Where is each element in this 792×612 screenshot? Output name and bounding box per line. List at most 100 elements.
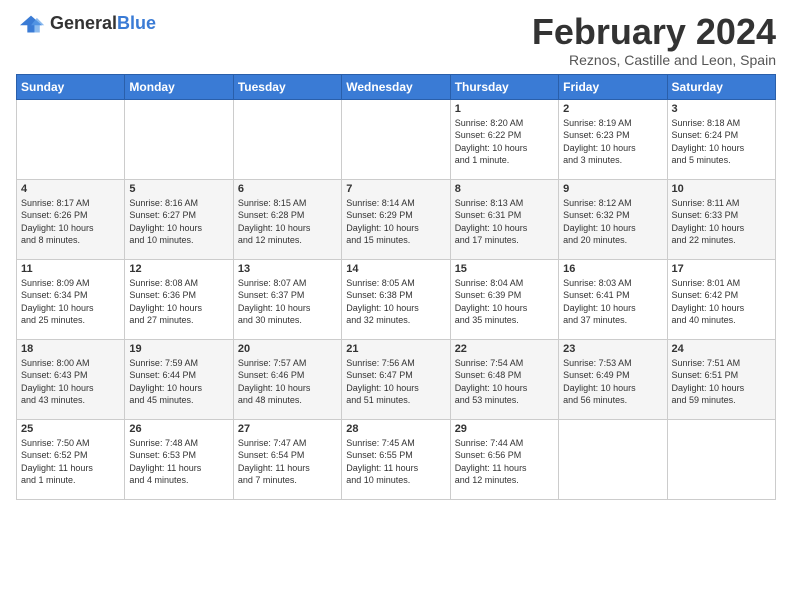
day-number: 2	[563, 103, 662, 115]
day-number: 3	[672, 103, 771, 115]
calendar-cell: 7 Sunrise: 8:14 AM Sunset: 6:29 PM Daylig…	[342, 179, 450, 259]
logo-icon	[16, 12, 46, 34]
calendar-cell: 24Sunrise: 7:51 AM Sunset: 6:51 PM Dayli…	[667, 339, 775, 419]
day-info: Sunrise: 8:07 AM Sunset: 6:37 PM Dayligh…	[238, 277, 337, 327]
logo-blue-text: Blue	[117, 13, 156, 33]
day-info: Sunrise: 8:12 AM Sunset: 6:32 PM Dayligh…	[563, 197, 662, 247]
calendar-cell: 8Sunrise: 8:13 AM Sunset: 6:31 PM Daylig…	[450, 179, 558, 259]
day-number: 22	[455, 343, 554, 355]
day-number: 13	[238, 263, 337, 275]
day-number: 16	[563, 263, 662, 275]
day-info: Sunrise: 8:08 AM Sunset: 6:36 PM Dayligh…	[129, 277, 228, 327]
calendar-cell: 9 Sunrise: 8:12 AM Sunset: 6:32 PM Daylig…	[559, 179, 667, 259]
day-number: 28	[346, 423, 445, 435]
logo-general-text: General	[50, 13, 117, 33]
day-info: Sunrise: 8:00 AM Sunset: 6:43 PM Dayligh…	[21, 357, 120, 407]
day-number: 4	[21, 183, 120, 195]
day-info: Sunrise: 7:57 AM Sunset: 6:46 PM Dayligh…	[238, 357, 337, 407]
day-info: Sunrise: 8:11 AM Sunset: 6:33 PM Dayligh…	[672, 197, 771, 247]
day-header-friday: Friday	[559, 74, 667, 99]
day-info: Sunrise: 7:45 AM Sunset: 6:55 PM Dayligh…	[346, 437, 445, 487]
day-info: Sunrise: 8:17 AM Sunset: 6:26 PM Dayligh…	[21, 197, 120, 247]
day-number: 5	[129, 183, 228, 195]
day-info: Sunrise: 7:44 AM Sunset: 6:56 PM Dayligh…	[455, 437, 554, 487]
calendar-cell: 22 Sunrise: 7:54 AM Sunset: 6:48 PM Dayli…	[450, 339, 558, 419]
day-info: Sunrise: 8:04 AM Sunset: 6:39 PM Dayligh…	[455, 277, 554, 327]
calendar-cell: 25Sunrise: 7:50 AM Sunset: 6:52 PM Dayli…	[17, 419, 125, 499]
month-title: February 2024	[532, 12, 776, 52]
day-header-wednesday: Wednesday	[342, 74, 450, 99]
calendar-cell: 27 Sunrise: 7:47 AM Sunset: 6:54 PM Dayli…	[233, 419, 341, 499]
calendar-cell: 6 Sunrise: 8:15 AM Sunset: 6:28 PM Daylig…	[233, 179, 341, 259]
calendar-cell: 26Sunrise: 7:48 AM Sunset: 6:53 PM Dayli…	[125, 419, 233, 499]
week-row-4: 25Sunrise: 7:50 AM Sunset: 6:52 PM Dayli…	[17, 419, 776, 499]
day-number: 19	[129, 343, 228, 355]
page-container: GeneralBlue February 2024 Reznos, Castil…	[0, 0, 792, 508]
title-block: February 2024 Reznos, Castille and Leon,…	[532, 12, 776, 68]
calendar-cell	[342, 99, 450, 179]
calendar-cell: 20 Sunrise: 7:57 AM Sunset: 6:46 PM Dayli…	[233, 339, 341, 419]
calendar-cell: 13 Sunrise: 8:07 AM Sunset: 6:37 PM Dayli…	[233, 259, 341, 339]
calendar-cell	[233, 99, 341, 179]
week-row-1: 4 Sunrise: 8:17 AM Sunset: 6:26 PM Daylig…	[17, 179, 776, 259]
calendar-cell: 3 Sunrise: 8:18 AM Sunset: 6:24 PM Daylig…	[667, 99, 775, 179]
calendar-cell: 18 Sunrise: 8:00 AM Sunset: 6:43 PM Dayli…	[17, 339, 125, 419]
day-number: 7	[346, 183, 445, 195]
day-info: Sunrise: 8:20 AM Sunset: 6:22 PM Dayligh…	[455, 117, 554, 167]
day-info: Sunrise: 8:09 AM Sunset: 6:34 PM Dayligh…	[21, 277, 120, 327]
day-number: 23	[563, 343, 662, 355]
day-info: Sunrise: 8:18 AM Sunset: 6:24 PM Dayligh…	[672, 117, 771, 167]
day-header-monday: Monday	[125, 74, 233, 99]
day-number: 1	[455, 103, 554, 115]
day-header-sunday: Sunday	[17, 74, 125, 99]
day-info: Sunrise: 7:53 AM Sunset: 6:49 PM Dayligh…	[563, 357, 662, 407]
day-info: Sunrise: 8:19 AM Sunset: 6:23 PM Dayligh…	[563, 117, 662, 167]
calendar-cell	[125, 99, 233, 179]
day-number: 27	[238, 423, 337, 435]
day-number: 26	[129, 423, 228, 435]
day-header-tuesday: Tuesday	[233, 74, 341, 99]
day-number: 10	[672, 183, 771, 195]
day-info: Sunrise: 8:15 AM Sunset: 6:28 PM Dayligh…	[238, 197, 337, 247]
calendar-cell: 1 Sunrise: 8:20 AM Sunset: 6:22 PM Daylig…	[450, 99, 558, 179]
day-info: Sunrise: 8:05 AM Sunset: 6:38 PM Dayligh…	[346, 277, 445, 327]
calendar-cell: 28 Sunrise: 7:45 AM Sunset: 6:55 PM Dayli…	[342, 419, 450, 499]
day-info: Sunrise: 7:54 AM Sunset: 6:48 PM Dayligh…	[455, 357, 554, 407]
header: GeneralBlue February 2024 Reznos, Castil…	[16, 12, 776, 68]
day-number: 18	[21, 343, 120, 355]
calendar-cell: 19 Sunrise: 7:59 AM Sunset: 6:44 PM Dayli…	[125, 339, 233, 419]
day-info: Sunrise: 7:59 AM Sunset: 6:44 PM Dayligh…	[129, 357, 228, 407]
logo: GeneralBlue	[16, 12, 156, 34]
day-number: 25	[21, 423, 120, 435]
day-info: Sunrise: 8:14 AM Sunset: 6:29 PM Dayligh…	[346, 197, 445, 247]
day-number: 6	[238, 183, 337, 195]
day-info: Sunrise: 8:13 AM Sunset: 6:31 PM Dayligh…	[455, 197, 554, 247]
day-number: 21	[346, 343, 445, 355]
day-number: 24	[672, 343, 771, 355]
location-subtitle: Reznos, Castille and Leon, Spain	[532, 52, 776, 68]
day-number: 17	[672, 263, 771, 275]
calendar-cell	[17, 99, 125, 179]
week-row-3: 18 Sunrise: 8:00 AM Sunset: 6:43 PM Dayli…	[17, 339, 776, 419]
calendar-cell: 29 Sunrise: 7:44 AM Sunset: 6:56 PM Dayli…	[450, 419, 558, 499]
calendar-cell: 17 Sunrise: 8:01 AM Sunset: 6:42 PM Dayli…	[667, 259, 775, 339]
calendar-cell: 11 Sunrise: 8:09 AM Sunset: 6:34 PM Dayli…	[17, 259, 125, 339]
calendar-header-row: SundayMondayTuesdayWednesdayThursdayFrid…	[17, 74, 776, 99]
day-number: 20	[238, 343, 337, 355]
calendar-cell: 5Sunrise: 8:16 AM Sunset: 6:27 PM Daylig…	[125, 179, 233, 259]
calendar-cell: 21Sunrise: 7:56 AM Sunset: 6:47 PM Dayli…	[342, 339, 450, 419]
week-row-0: 1 Sunrise: 8:20 AM Sunset: 6:22 PM Daylig…	[17, 99, 776, 179]
day-number: 12	[129, 263, 228, 275]
day-number: 11	[21, 263, 120, 275]
calendar-cell	[559, 419, 667, 499]
calendar-cell: 12 Sunrise: 8:08 AM Sunset: 6:36 PM Dayli…	[125, 259, 233, 339]
day-number: 9	[563, 183, 662, 195]
day-info: Sunrise: 7:47 AM Sunset: 6:54 PM Dayligh…	[238, 437, 337, 487]
calendar-table: SundayMondayTuesdayWednesdayThursdayFrid…	[16, 74, 776, 500]
calendar-cell: 15Sunrise: 8:04 AM Sunset: 6:39 PM Dayli…	[450, 259, 558, 339]
calendar-cell: 23 Sunrise: 7:53 AM Sunset: 6:49 PM Dayli…	[559, 339, 667, 419]
day-info: Sunrise: 8:01 AM Sunset: 6:42 PM Dayligh…	[672, 277, 771, 327]
day-number: 29	[455, 423, 554, 435]
week-row-2: 11 Sunrise: 8:09 AM Sunset: 6:34 PM Dayli…	[17, 259, 776, 339]
calendar-cell: 16Sunrise: 8:03 AM Sunset: 6:41 PM Dayli…	[559, 259, 667, 339]
